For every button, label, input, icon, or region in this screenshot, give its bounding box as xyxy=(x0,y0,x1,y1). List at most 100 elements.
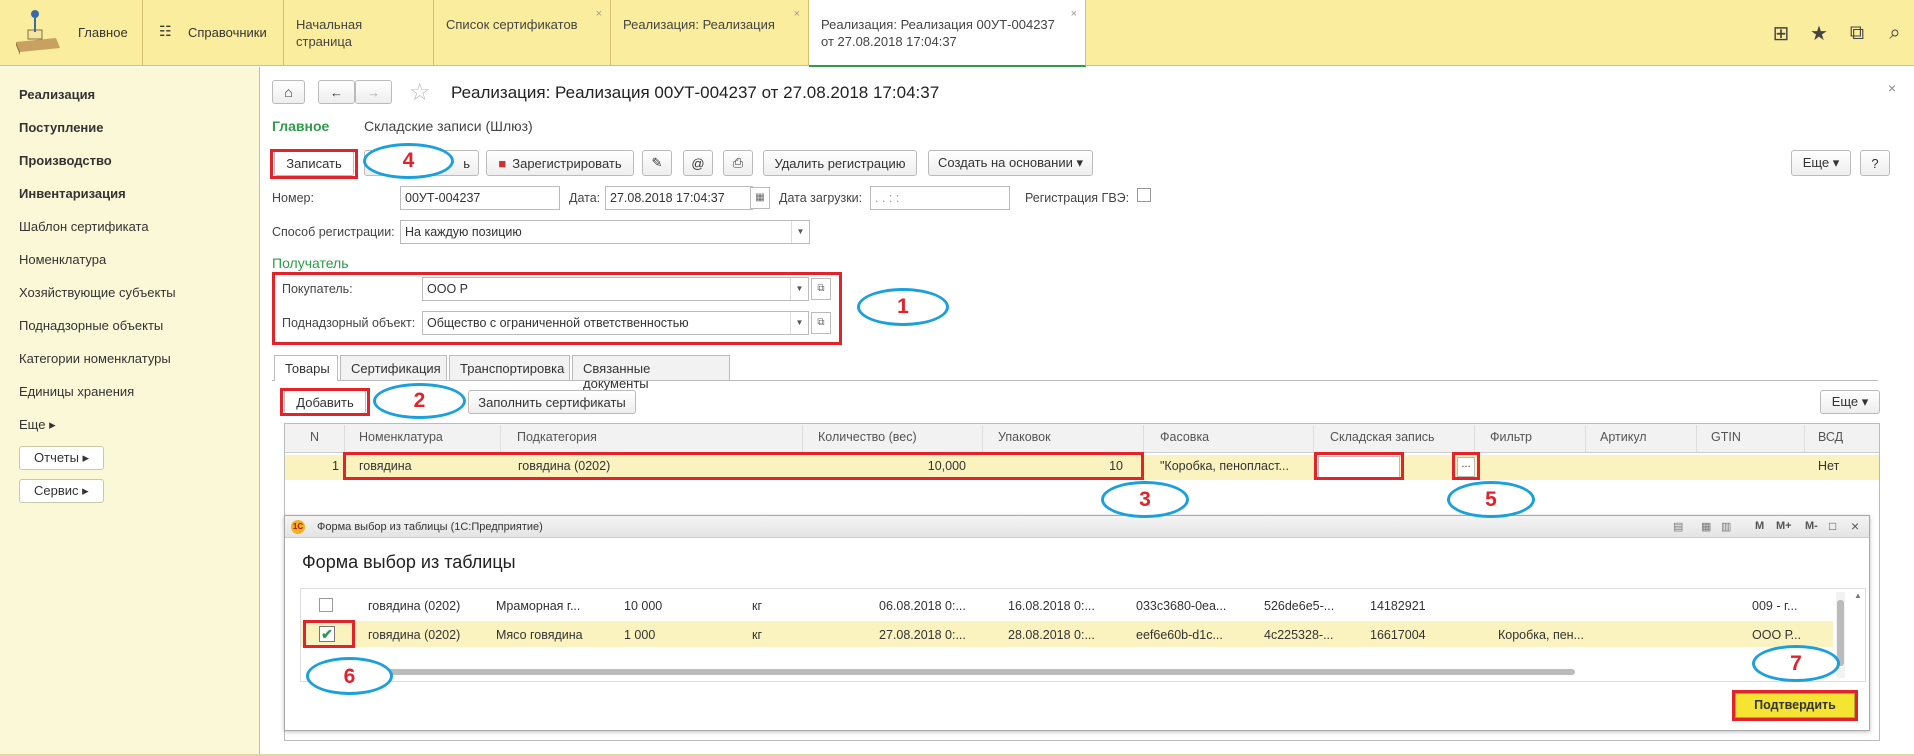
chevron-down-icon[interactable]: ▼ xyxy=(791,221,809,243)
dlg-cell: ООО Р... xyxy=(1752,628,1802,642)
section-references-label: Справочники xyxy=(188,25,267,40)
close-doc-icon[interactable]: × xyxy=(1888,80,1896,96)
col-quantity[interactable]: Количество (вес) xyxy=(812,425,983,452)
register-button[interactable]: ■ Зарегистрировать xyxy=(486,150,634,176)
annotation-box-confirm xyxy=(1732,690,1858,721)
sidebar-item-categories[interactable]: Категории номенклатуры xyxy=(19,351,171,366)
create-on-basis-button[interactable]: Создать на основании ▾ xyxy=(928,150,1093,176)
print-button[interactable]: ⎙ xyxy=(723,150,753,176)
annotation-5: 5 xyxy=(1447,481,1535,518)
dlg-cell: 10 000 xyxy=(624,599,663,613)
col-filter[interactable]: Фильтр xyxy=(1484,425,1586,452)
sidebar-item-cert-template[interactable]: Шаблон сертификата xyxy=(19,219,149,234)
service-button[interactable]: Сервис ▸ xyxy=(19,479,104,503)
col-subcategory[interactable]: Подкатегория xyxy=(511,425,803,452)
col-packs[interactable]: Упаковок xyxy=(992,425,1144,452)
sidebar-item-units[interactable]: Единицы хранения xyxy=(19,384,134,399)
back-button[interactable]: ← xyxy=(318,80,355,104)
sidebar-item-inventory[interactable]: Инвентаризация xyxy=(19,186,126,201)
dlg-cell: говядина (0202) xyxy=(368,599,461,613)
favorite-star-icon[interactable]: ☆ xyxy=(409,78,431,107)
tab-transport[interactable]: Транспортировка xyxy=(449,355,570,380)
star-icon[interactable]: ★ xyxy=(1800,21,1838,46)
tab-related-docs[interactable]: Связанные документы xyxy=(572,355,730,391)
delete-registration-button[interactable]: Удалить регистрацию xyxy=(763,150,917,176)
close-icon[interactable]: × xyxy=(794,6,800,23)
dlg-cell: 4c225328-... xyxy=(1264,628,1334,642)
document-title: Реализация: Реализация 00УТ-004237 от 27… xyxy=(451,83,940,102)
annotation-number: 7 xyxy=(1790,652,1802,675)
row-checkbox[interactable] xyxy=(319,598,333,612)
sign-button[interactable]: ✎ xyxy=(642,150,672,176)
arrow-left-icon: ← xyxy=(330,84,343,100)
vertical-scroll-thumb[interactable] xyxy=(1837,600,1844,666)
section-references[interactable]: ☷ Справочники xyxy=(143,0,284,66)
tab-certificates-list[interactable]: Список сертификатов × xyxy=(434,0,611,66)
col-nomenclature[interactable]: Номенклатура xyxy=(353,425,501,452)
email-button[interactable]: @ xyxy=(683,150,713,176)
tab-realization-list[interactable]: Реализация: Реализация × xyxy=(611,0,809,66)
col-article[interactable]: Артикул xyxy=(1594,425,1697,452)
printer-icon: ⎙ xyxy=(732,155,744,170)
section-main[interactable]: Главное xyxy=(0,0,143,66)
register-label: Зарегистрировать xyxy=(512,155,622,171)
load-date-field[interactable]: . . : : xyxy=(870,186,1010,210)
dlg-cell: 16.08.2018 0:... xyxy=(1008,599,1095,613)
calendar-small-icon[interactable]: ▥ xyxy=(1721,520,1731,533)
subnav-main[interactable]: Главное xyxy=(272,118,329,134)
col-packing[interactable]: Фасовка xyxy=(1154,425,1314,452)
tab-certification[interactable]: Сертификация xyxy=(340,355,447,380)
col-n[interactable]: N xyxy=(285,425,345,452)
tab-realization-doc[interactable]: Реализация: Реализация 00УТ-004237 от 27… xyxy=(809,0,1086,67)
col-stock-record[interactable]: Складская запись xyxy=(1324,425,1475,452)
tab-home-page[interactable]: Начальная страница xyxy=(284,0,434,66)
sidebar-item-entities[interactable]: Хозяйствующие субъекты xyxy=(19,285,176,300)
sidebar-item-realization[interactable]: Реализация xyxy=(19,87,95,102)
apps-grid-icon[interactable]: ⊞ xyxy=(1762,21,1800,46)
sidebar-item-nomenclature[interactable]: Номенклатура xyxy=(19,252,106,267)
row-packing[interactable]: "Коробка, пенопласт... xyxy=(1154,455,1319,479)
scroll-up-icon[interactable]: ▲ xyxy=(1854,591,1862,600)
app-logo-icon: 1С xyxy=(291,520,305,534)
annotation-box-save xyxy=(270,149,358,179)
fill-certificates-button[interactable]: Заполнить сертификаты xyxy=(468,390,636,414)
tabs-divider xyxy=(272,380,1878,381)
close-icon[interactable]: × xyxy=(596,6,602,23)
memory-minus-button[interactable]: M- xyxy=(1805,520,1818,532)
table-more-button[interactable]: Еще ▾ xyxy=(1820,390,1880,414)
sidebar-item-receipt[interactable]: Поступление xyxy=(19,120,104,135)
dlg-cell: Коробка, пен... xyxy=(1498,628,1584,642)
cube-icon: ■ xyxy=(498,155,507,171)
number-field[interactable]: 00УТ-004237 xyxy=(400,186,560,210)
close-icon[interactable]: × xyxy=(1071,6,1077,23)
reg-method-select[interactable]: На каждую позицию xyxy=(400,220,810,244)
copy-icon[interactable]: ▤ xyxy=(1673,520,1683,533)
memory-plus-button[interactable]: M+ xyxy=(1776,520,1792,532)
gvz-checkbox[interactable] xyxy=(1137,188,1151,202)
sidebar-item-more[interactable]: Еще ▸ xyxy=(19,417,56,433)
history-icon[interactable]: ⧉ xyxy=(1838,22,1876,45)
calendar-icon[interactable]: ▦ xyxy=(750,187,770,209)
tab-goods[interactable]: Товары xyxy=(274,355,338,381)
help-button[interactable]: ? xyxy=(1860,150,1890,176)
dlg-cell: Мраморная г... xyxy=(496,599,581,613)
col-gtin[interactable]: GTIN xyxy=(1705,425,1805,452)
reports-button[interactable]: Отчеты ▸ xyxy=(19,446,105,470)
memory-m-button[interactable]: M xyxy=(1755,520,1764,532)
tab-label: Реализация: Реализация 00УТ-004237 от 27… xyxy=(821,17,1055,49)
sidebar-item-production[interactable]: Производство xyxy=(19,153,112,168)
sidebar-item-objects[interactable]: Поднадзорные объекты xyxy=(19,318,163,333)
home-button[interactable]: ⌂ xyxy=(272,80,305,104)
horizontal-scroll-thumb[interactable] xyxy=(310,669,1575,675)
calculator-icon[interactable]: ▦ xyxy=(1701,520,1711,533)
forward-button[interactable]: → xyxy=(355,80,392,104)
dlg-cell: кг xyxy=(752,628,763,642)
maximize-icon[interactable]: □ xyxy=(1829,519,1836,533)
dialog-close-icon[interactable]: × xyxy=(1851,518,1859,534)
subnav-stock-records[interactable]: Складские записи (Шлюз) xyxy=(364,118,533,134)
dlg-cell: eef6e60b-d1c... xyxy=(1136,628,1223,642)
search-icon[interactable]: ⌕ xyxy=(1876,22,1914,45)
more-button[interactable]: Еще ▾ xyxy=(1791,150,1851,176)
col-vsd[interactable]: ВСД xyxy=(1812,425,1879,452)
date-field[interactable]: 27.08.2018 17:04:37 xyxy=(605,186,753,210)
